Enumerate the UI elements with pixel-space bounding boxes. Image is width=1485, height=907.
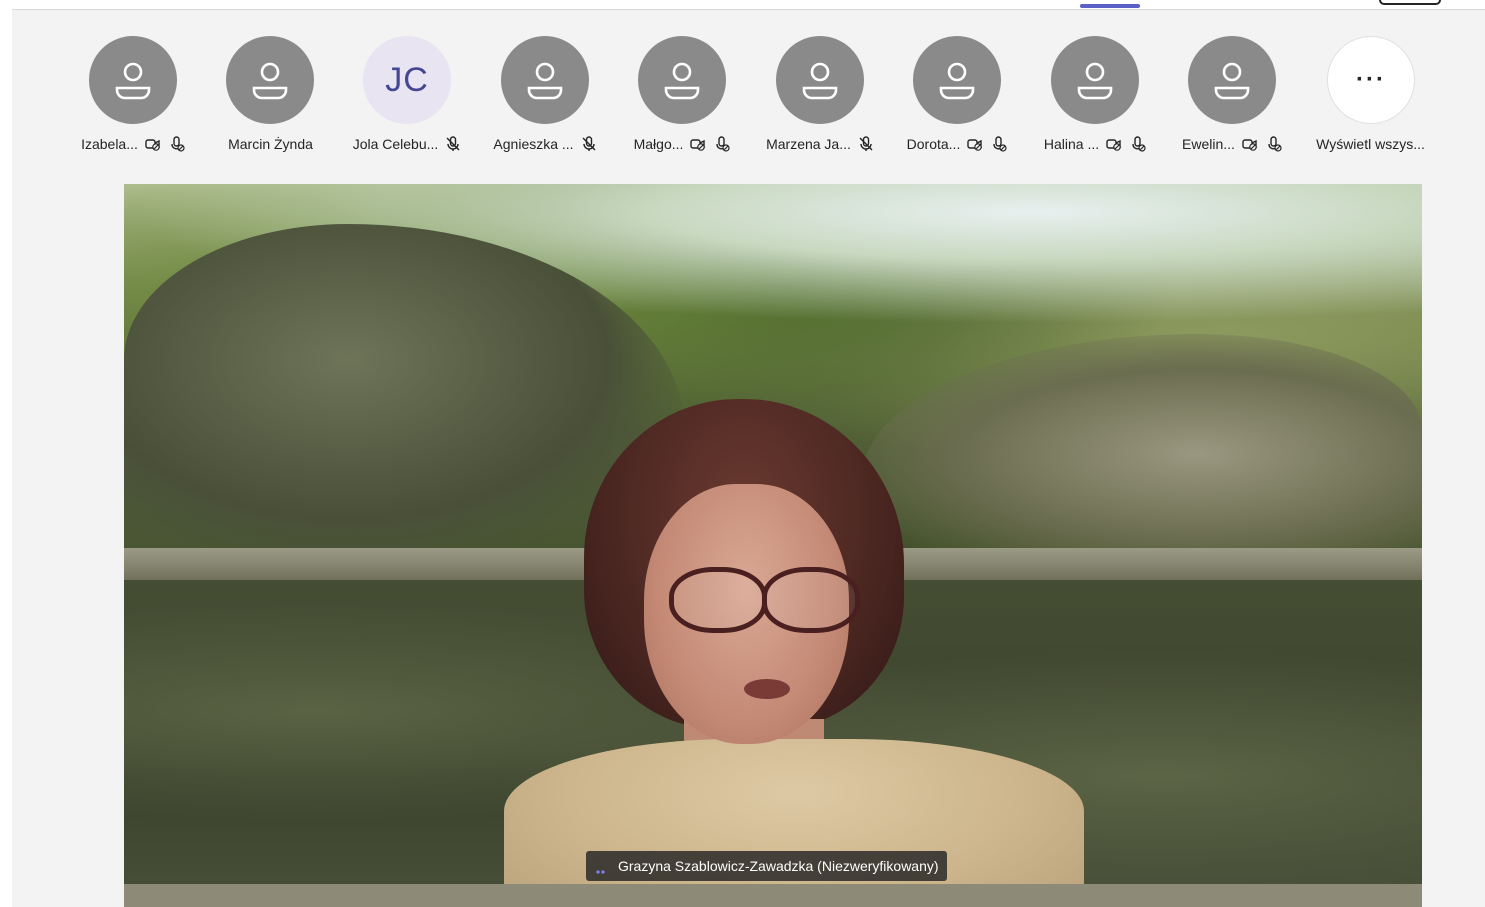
participant-name: Małgo...: [633, 136, 684, 152]
avatar: [913, 36, 1001, 124]
mic-muted-icon: [444, 135, 462, 153]
mic-off-icon: [1129, 135, 1147, 153]
speaker-shirt: [504, 739, 1084, 907]
participant-name: Agnieszka ...: [493, 136, 574, 152]
person-icon: [115, 62, 151, 100]
person-icon: [1077, 62, 1113, 100]
speaker-glasses-left: [669, 567, 767, 633]
camera-off-icon: [1241, 135, 1259, 153]
mic-muted-icon: [857, 135, 875, 153]
participant-name: Izabela...: [81, 136, 138, 152]
person-icon: [527, 62, 563, 100]
person-icon: [939, 62, 975, 100]
participant-tile[interactable]: Dorota...: [889, 36, 1026, 156]
participant-tile[interactable]: JC Jola Celebu...: [339, 36, 476, 156]
camera-off-icon: [1105, 135, 1123, 153]
main-video-feed[interactable]: [124, 184, 1422, 907]
view-all-label: Wyświetl wszys...: [1316, 136, 1425, 152]
speaker-figure: [504, 399, 1104, 907]
participant-tile[interactable]: Ewelin...: [1164, 36, 1301, 156]
participant-tile[interactable]: Halina ...: [1027, 36, 1164, 156]
avatar: [776, 36, 864, 124]
participant-name: Jola Celebu...: [352, 136, 439, 152]
speaker-name: Grazyna Szablowicz-Zawadzka (Niezweryfik…: [618, 858, 939, 874]
avatar: [89, 36, 177, 124]
speaker-name-tag: Grazyna Szablowicz-Zawadzka (Niezweryfik…: [586, 851, 947, 881]
speaker-mouth: [744, 679, 790, 699]
speaker-glasses-right: [762, 567, 860, 633]
speaking-indicator-icon: [592, 857, 610, 875]
avatar: [1051, 36, 1139, 124]
participant-tile[interactable]: Agnieszka ...: [477, 36, 614, 156]
person-icon: [664, 62, 700, 100]
person-icon: [802, 62, 838, 100]
participant-name: Ewelin...: [1182, 136, 1235, 152]
mic-off-icon: [713, 135, 731, 153]
participant-tile[interactable]: Marzena Ja...: [752, 36, 889, 156]
camera-off-icon: [144, 135, 162, 153]
participant-name: Halina ...: [1043, 136, 1100, 152]
camera-off-icon: [966, 135, 984, 153]
top-divider: [12, 9, 1485, 10]
active-tab-indicator: [1080, 4, 1140, 8]
person-icon: [252, 62, 288, 100]
participant-tile[interactable]: Małgo...: [614, 36, 751, 156]
participant-name: Marzena Ja...: [766, 136, 851, 152]
participant-tile[interactable]: Izabela...: [65, 36, 202, 156]
person-icon: [1214, 62, 1250, 100]
view-all-participants-button[interactable]: ··· Wyświetl wszys...: [1302, 36, 1439, 156]
top-right-button[interactable]: [1379, 0, 1441, 5]
video-bottom-strip: [124, 884, 1422, 907]
avatar: [638, 36, 726, 124]
participant-name: Dorota...: [906, 136, 961, 152]
more-icon[interactable]: ···: [1327, 36, 1415, 124]
avatar: [1188, 36, 1276, 124]
mic-off-icon: [168, 135, 186, 153]
participant-tile[interactable]: Marcin Żynda: [202, 36, 339, 156]
avatar-initials: JC: [363, 36, 451, 124]
avatar: [226, 36, 314, 124]
participant-name: Marcin Żynda: [228, 136, 313, 152]
avatar: [501, 36, 589, 124]
mic-off-icon: [1265, 135, 1283, 153]
mic-muted-icon: [580, 135, 598, 153]
mic-off-icon: [990, 135, 1008, 153]
camera-off-icon: [689, 135, 707, 153]
